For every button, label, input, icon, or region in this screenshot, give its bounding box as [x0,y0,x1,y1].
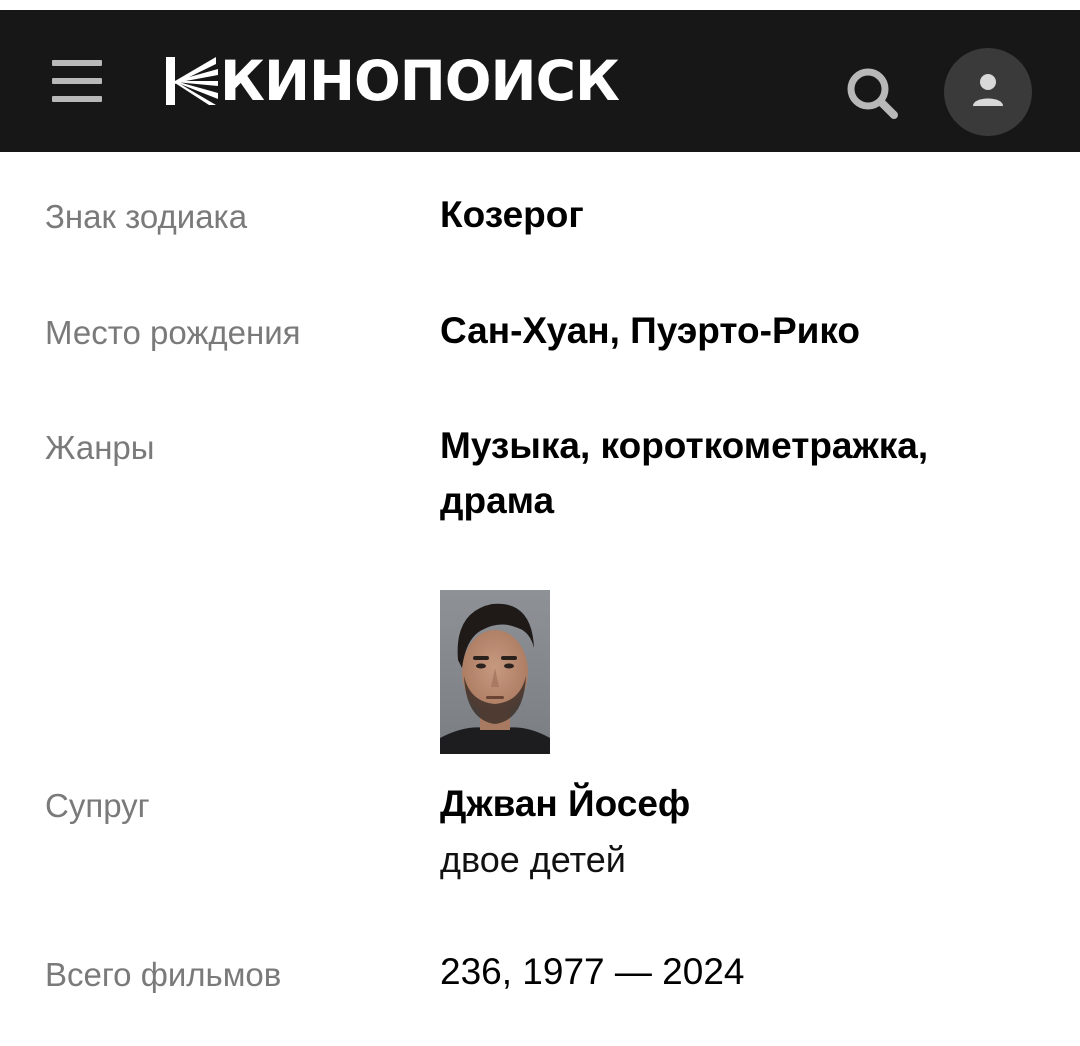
films-value: 236, 1977 — 2024 [440,951,745,992]
logo-sunburst-icon [166,57,218,105]
menu-line [52,96,102,102]
profile-button[interactable] [944,48,1032,136]
genres-label: Жанры [45,429,155,466]
spouse-name-link[interactable]: Джван Йосеф [440,776,1040,832]
menu-line [52,78,102,84]
genres-value-line1[interactable]: Музыка, короткометражка, [440,418,1040,474]
genres-value-line2[interactable]: драма [440,473,1040,529]
birthplace-link[interactable]: Сан-Хуан, Пуэрто-Рико [440,303,1040,359]
site-header: КИНОПОИСК [0,10,1080,152]
menu-line [52,60,102,66]
spouse-label: Супруг [45,787,150,824]
films-label: Всего фильмов [45,956,282,993]
zodiac-label: Знак зодиака [45,198,248,235]
kinopoisk-logo[interactable]: КИНОПОИСК [166,49,620,113]
user-icon [973,74,1003,106]
spouse-photo[interactable] [440,590,550,754]
logo-text: КИНОПОИСК [220,49,620,113]
hamburger-menu-icon[interactable] [52,60,102,102]
zodiac-value: Козерог [440,194,584,235]
spouse-note: двое детей [440,839,626,880]
birthplace-label: Место рождения [45,314,301,351]
search-icon[interactable] [844,65,900,121]
